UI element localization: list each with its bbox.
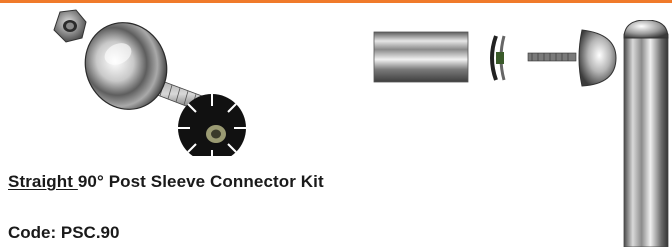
tube-section-icon — [373, 31, 469, 83]
kit-parts-exploded-illustration — [53, 9, 246, 156]
hex-nut-icon — [53, 9, 87, 43]
sleeve-parts-exploded-illustration — [373, 29, 617, 87]
title-rest: 90° Post Sleeve Connector Kit — [77, 172, 324, 191]
post-with-dome-illustration — [623, 20, 669, 247]
dome-cap-icon — [578, 29, 617, 87]
product-title: Straight 90° Post Sleeve Connector Kit — [8, 172, 324, 192]
dome-cap-icon — [84, 22, 168, 110]
product-code: Code: PSC.90 — [8, 223, 120, 242]
threaded-bolt-icon — [527, 52, 577, 62]
insert-disc-icon — [490, 35, 506, 81]
top-accent-border — [0, 0, 672, 3]
title-underlined-part: Straight — [8, 172, 78, 191]
